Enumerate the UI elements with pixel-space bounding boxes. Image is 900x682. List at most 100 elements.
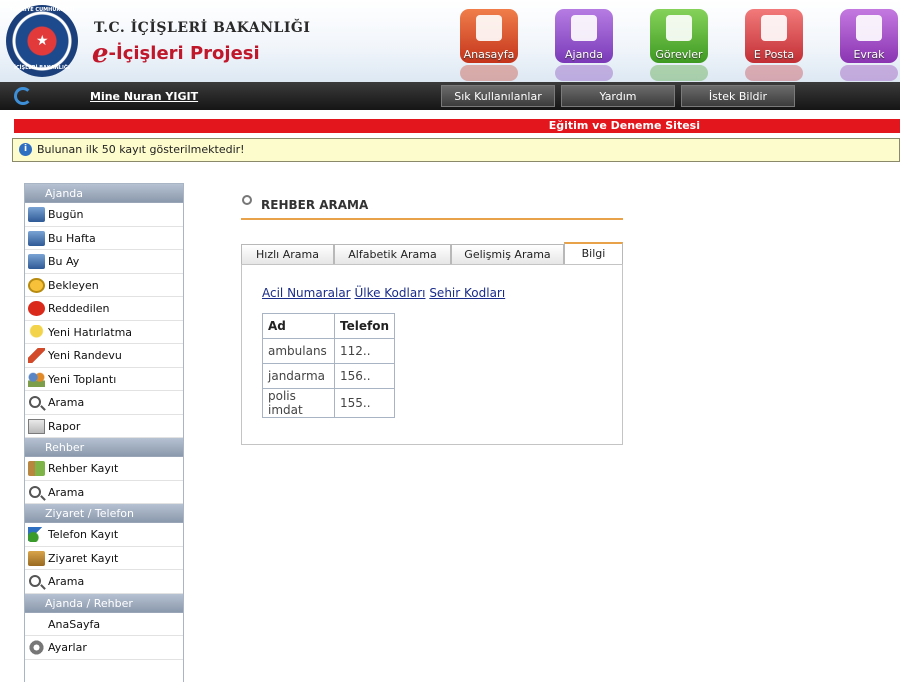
info-message-bar: i Bulunan ilk 50 kayıt gösterilmektedir! (12, 138, 900, 162)
sidebar-item-agenda-search[interactable]: Arama (25, 391, 183, 415)
seal-top-text: TÜRKİYE CUMHURİYETİ (9, 7, 75, 13)
agenda-button-label: Ajanda (564, 48, 604, 61)
calendar-icon (28, 254, 45, 269)
sidebar-item-settings[interactable]: Ayarlar (25, 636, 183, 660)
sidebar-item-this-month[interactable]: Bu Ay (25, 250, 183, 274)
address-book-icon (28, 461, 45, 476)
sidebar-item-label: Bugün (48, 208, 84, 221)
ministry-seal-logo: TÜRKİYE CUMHURİYETİ ★ İÇİŞLERİ BAKANLIĞI (6, 5, 78, 77)
sidebar-item-pending[interactable]: Bekleyen (25, 274, 183, 297)
document-icon (856, 15, 882, 41)
search-icon (29, 575, 41, 587)
column-header-phone: Telefon (334, 313, 395, 339)
cell-phone: 155.. (334, 388, 395, 418)
tab-alphabetic-search[interactable]: Alfabetik Arama (334, 244, 451, 265)
documents-button-reflection (840, 65, 898, 81)
home-button-label: Anasayfa (463, 48, 515, 61)
documents-button-label: Evrak (853, 48, 885, 61)
column-header-name: Ad (262, 313, 335, 339)
sidebar-item-this-week[interactable]: Bu Hafta (25, 227, 183, 250)
cell-name: ambulans (262, 338, 335, 364)
gear-icon (28, 640, 45, 655)
project-e-letter: e (92, 39, 109, 69)
sidebar-item-new-meeting[interactable]: Yeni Toplantı (25, 368, 183, 391)
table-row: jandarma 156.. (262, 363, 395, 389)
header: TÜRKİYE CUMHURİYETİ ★ İÇİŞLERİ BAKANLIĞI… (0, 0, 900, 82)
tab-info[interactable]: Bilgi (564, 242, 623, 265)
sidebar-item-directory-record[interactable]: Rehber Kayıt (25, 457, 183, 481)
documents-button[interactable]: Evrak (840, 9, 898, 81)
tasks-button[interactable]: Görevler (650, 9, 708, 81)
sidebar-item-label: Bekleyen (48, 278, 99, 292)
search-icon (29, 485, 41, 498)
info-tab-panel: Acil Numaralar Ülke Kodları Sehir Kodlar… (241, 264, 623, 445)
sidebar-item-new-appointment[interactable]: Yeni Randevu (25, 344, 183, 368)
tasks-button-label: Görevler (655, 48, 703, 61)
tab-advanced-search[interactable]: Gelişmiş Arama (451, 244, 564, 265)
table-row: ambulans 112.. (262, 338, 395, 364)
calendar-icon (28, 230, 45, 246)
emergency-numbers-table: Ad Telefon ambulans 112.. jandarma 156..… (262, 313, 395, 418)
sidebar-item-label: Rapor (48, 419, 81, 433)
home-button-reflection (460, 65, 518, 81)
sidebar-item-visit-record[interactable]: Ziyaret Kayıt (25, 547, 183, 570)
code-links: Acil Numaralar Ülke Kodları Sehir Kodlar… (262, 286, 505, 300)
sidebar-item-rejected[interactable]: Reddedilen (25, 297, 183, 321)
sidebar-item-label: Ayarlar (48, 641, 87, 654)
tasks-icon (666, 15, 692, 41)
bell-icon (28, 324, 45, 340)
refresh-icon[interactable] (14, 87, 32, 105)
sidebar-item-report[interactable]: Rapor (25, 415, 183, 438)
project-title-text: -İçişleri Projesi (108, 43, 260, 64)
pencil-add-icon (28, 348, 45, 363)
home-button[interactable]: Anasayfa (460, 9, 518, 81)
star-crescent-icon: ★ (36, 33, 49, 49)
clock-icon (28, 277, 45, 293)
sidebar-item-directory-search[interactable]: Arama (25, 481, 183, 504)
country-codes-link[interactable]: Ülke Kodları (354, 286, 425, 300)
sidebar-item-home-page[interactable]: AnaSayfa (25, 613, 183, 636)
frequently-used-button[interactable]: Sık Kullanılanlar (441, 85, 555, 107)
sidebar-section-directory: Rehber (25, 438, 183, 457)
sidebar-item-label: Bu Ay (48, 255, 80, 268)
cell-phone: 156.. (334, 363, 395, 389)
agenda-button[interactable]: Ajanda (555, 9, 613, 81)
report-icon (28, 418, 45, 434)
sidebar-section-agenda-directory: Ajanda / Rehber (25, 593, 183, 613)
seal-bottom-text: İÇİŞLERİ BAKANLIĞI (14, 65, 70, 71)
sidebar-item-phone-record[interactable]: Telefon Kayıt (25, 523, 183, 547)
sidebar-item-label: Yeni Toplantı (48, 372, 117, 386)
request-report-button[interactable]: İstek Bildir (681, 85, 795, 107)
site-banner: Eğitim ve Deneme Sitesi (14, 119, 900, 133)
cell-name: polis imdat (262, 388, 335, 418)
sidebar-item-visit-search[interactable]: Arama (25, 570, 183, 594)
agenda-icon (571, 15, 597, 41)
stop-icon (28, 301, 45, 316)
sidebar-item-label: Yeni Hatırlatma (48, 325, 133, 339)
mail-icon (761, 15, 787, 41)
sidebar-item-label: Telefon Kayıt (48, 528, 119, 541)
sidebar-item-today[interactable]: Bugün (25, 203, 183, 227)
info-message-text: Bulunan ilk 50 kayıt gösterilmektedir! (37, 143, 245, 156)
help-button[interactable]: Yardım (561, 85, 675, 107)
info-icon: i (19, 143, 32, 156)
city-codes-link[interactable]: Sehir Kodları (429, 286, 505, 300)
top-nav-bar: Mine Nuran YIGIT Sık Kullanılanlar Yardı… (0, 82, 900, 110)
agenda-button-reflection (555, 65, 613, 81)
email-button[interactable]: E Posta (745, 9, 803, 81)
email-button-label: E Posta (753, 48, 795, 61)
sidebar-item-label: AnaSayfa (48, 617, 101, 631)
emergency-numbers-link[interactable]: Acil Numaralar (262, 286, 351, 300)
sidebar-section-visit-phone: Ziyaret / Telefon (25, 504, 183, 523)
sidebar: Ajanda Bugün Bu Hafta Bu Ay Bekleyen Red… (24, 183, 184, 682)
home-icon (476, 15, 502, 41)
table-row: polis imdat 155.. (262, 388, 395, 418)
cell-phone: 112.. (334, 338, 395, 364)
ministry-title: T.C. İÇİŞLERİ BAKANLIĞI (94, 20, 311, 36)
sidebar-item-label: Rehber Kayıt (48, 462, 119, 475)
tab-quick-search[interactable]: Hızlı Arama (241, 244, 334, 265)
sidebar-item-label: Arama (48, 485, 85, 499)
visit-icon (28, 550, 45, 566)
sidebar-item-new-reminder[interactable]: Yeni Hatırlatma (25, 321, 183, 344)
user-name-link[interactable]: Mine Nuran YIGIT (90, 90, 198, 103)
